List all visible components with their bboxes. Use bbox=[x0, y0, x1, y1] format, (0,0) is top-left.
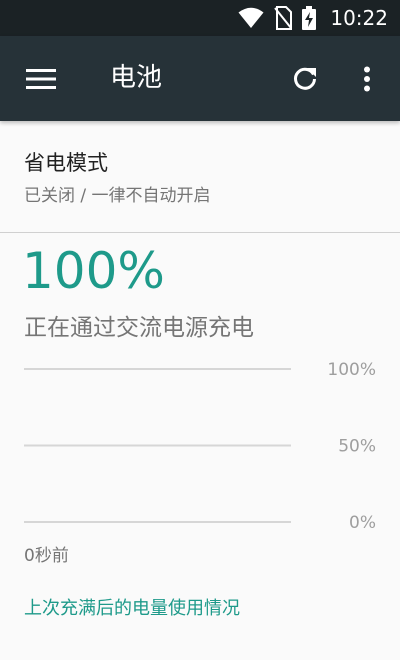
refresh-icon bbox=[294, 67, 316, 90]
status-icons: 10:22 bbox=[238, 0, 388, 36]
no-sim-icon bbox=[274, 6, 293, 30]
battery-saver-title: 省电模式 bbox=[24, 151, 108, 175]
chart-ytick-label: 0% bbox=[349, 513, 376, 533]
chart-time-label: 0秒前 bbox=[24, 546, 69, 566]
chart-ytick-label: 50% bbox=[338, 437, 376, 457]
refresh-button[interactable] bbox=[284, 58, 326, 100]
more-options-button[interactable] bbox=[346, 58, 388, 100]
battery-saver-status: 已关闭 / 一律不自动开启 bbox=[24, 186, 211, 206]
battery-charging-icon bbox=[302, 6, 317, 30]
toolbar: 电池 bbox=[0, 36, 400, 121]
battery-saver-row[interactable]: 省电模式 已关闭 / 一律不自动开启 bbox=[0, 121, 400, 232]
battery-history-chart: 100% 50% 0% bbox=[24, 360, 376, 533]
charging-status: 正在通过交流电源充电 bbox=[24, 315, 254, 341]
usage-since-full-charge-link[interactable]: 上次充满后的电量使用情况 bbox=[24, 594, 240, 620]
more-vert-icon bbox=[364, 66, 370, 92]
wifi-icon bbox=[238, 7, 264, 28]
battery-percent: 100% bbox=[22, 242, 165, 300]
status-bar: 10:22 bbox=[0, 0, 400, 36]
menu-button[interactable] bbox=[20, 58, 62, 100]
status-time: 10:22 bbox=[330, 6, 388, 30]
page-title: 电池 bbox=[110, 63, 163, 93]
menu-icon bbox=[26, 69, 56, 89]
chart-ytick-label: 100% bbox=[327, 360, 376, 380]
divider bbox=[0, 232, 400, 233]
